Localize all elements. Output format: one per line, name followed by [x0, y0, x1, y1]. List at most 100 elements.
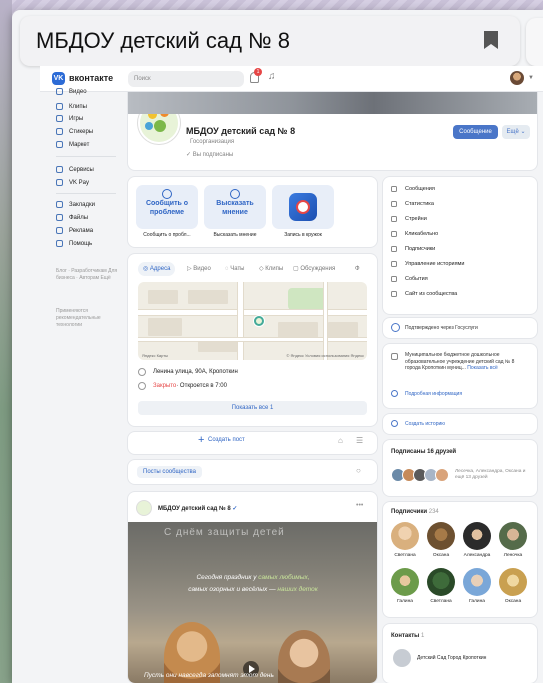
nav-item-help[interactable]: Помощь: [56, 238, 92, 249]
photo-bottom-text: Пусть они навсегда запомнят этот день: [144, 672, 274, 679]
show-all-link[interactable]: Показать всё: [467, 365, 498, 371]
tab-discussions[interactable]: ▢ Обсуждения: [290, 262, 338, 276]
create-post-card[interactable]: + Создать пост ⌂ ☰: [128, 432, 377, 454]
app-club-enrollment[interactable]: [272, 185, 334, 229]
nav-item-market[interactable]: Маркет: [56, 139, 89, 150]
subscriber-avatar[interactable]: [391, 522, 419, 550]
menu-item-messages[interactable]: Сообщения: [391, 184, 435, 194]
subscriber-name[interactable]: Леночка: [495, 553, 531, 558]
subscriber-avatar[interactable]: [427, 522, 455, 550]
cursor-icon: [391, 231, 397, 237]
nav-item-video[interactable]: Видео: [56, 86, 87, 97]
friends-names: Лесечка, Александра, Оксана и ещё 13 дру…: [455, 469, 526, 480]
search-icon[interactable]: ○: [356, 466, 361, 475]
map-credit[interactable]: © Яндекс Условия использования Яндекс: [286, 353, 364, 358]
tab-clips[interactable]: ◇ Клипы: [256, 262, 286, 276]
gosuslugi-label: Подтверждено через Госуслуги: [405, 325, 478, 331]
app-report-problem[interactable]: Сообщить о проблеме: [136, 185, 198, 229]
browser-side-button[interactable]: [526, 18, 543, 66]
friends-header: Подписаны 16 друзей: [391, 449, 457, 455]
menu-item-subscribers[interactable]: Подписчики: [391, 244, 435, 254]
nav-item-ads[interactable]: Реклама: [56, 225, 93, 236]
nav-item-stickers[interactable]: Стикеры: [56, 126, 93, 137]
subscriber-name[interactable]: Светлана: [423, 599, 459, 604]
nav-item-vkpay[interactable]: VK Pay: [56, 177, 89, 188]
gosuslugi-card[interactable]: Подтверждено через Госуслуги: [383, 318, 537, 338]
info-card: ◎ Адреса ▷ Видео ◌ Чаты ◇ Клипы ▢ Обсужд…: [128, 254, 377, 426]
chevron-down-icon[interactable]: ▼: [528, 75, 534, 81]
subscriber-name[interactable]: Галина: [387, 599, 423, 604]
nav-item-bookmarks[interactable]: Закладки: [56, 199, 95, 210]
market-icon: [56, 141, 63, 148]
contact-avatar[interactable]: [393, 649, 411, 667]
community-type[interactable]: Госорганизация: [190, 139, 234, 145]
apps-card: Сообщить о проблеме Сообщить о пробл... …: [128, 177, 377, 247]
menu-item-clickable[interactable]: Кликабельно: [391, 229, 438, 239]
show-all-button[interactable]: Показать все 1: [138, 401, 367, 415]
nav-item-games[interactable]: Игры: [56, 113, 83, 124]
subscribed-status[interactable]: ✓ Вы подписаны: [186, 151, 233, 158]
community-posts-tab[interactable]: Посты сообщества: [137, 466, 202, 478]
subscriber-avatar[interactable]: [463, 522, 491, 550]
more-button[interactable]: Ещё ⌄: [502, 125, 530, 139]
contacts-header[interactable]: Контакты 1: [391, 633, 424, 639]
add-story-icon: [391, 420, 398, 427]
map-view[interactable]: Яндекс Карты © Яндекс Условия использова…: [138, 282, 367, 360]
post-author-avatar[interactable]: [136, 500, 152, 516]
subscriber-name[interactable]: Светлана: [387, 553, 423, 558]
subscriber-name[interactable]: Галина: [459, 599, 495, 604]
archive-icon[interactable]: ⌂: [338, 436, 343, 445]
location-icon: [138, 368, 146, 376]
tab-photos[interactable]: Ф: [352, 262, 363, 276]
vk-logo-text[interactable]: вконтакте: [69, 73, 113, 83]
nav-item-files[interactable]: Файлы: [56, 212, 88, 223]
vk-logo-icon[interactable]: VK: [52, 72, 65, 85]
nav-item-clips[interactable]: Клипы: [56, 101, 87, 112]
post-author-name[interactable]: МБДОУ детский сад № 8 ✓: [158, 505, 237, 512]
subscribers-header[interactable]: Подписчики 234: [391, 509, 439, 515]
subscribers-card: Подписчики 234 Светлана Оксана Александр…: [383, 502, 537, 617]
menu-item-strainy[interactable]: Стрейни: [391, 214, 427, 224]
more-dots-icon[interactable]: •••: [356, 502, 363, 509]
search-input[interactable]: Поиск: [128, 71, 244, 87]
address-bar[interactable]: МБДОУ детский сад № 8: [20, 16, 520, 66]
globe-icon: [391, 291, 397, 297]
more-info-link[interactable]: Подробная информация: [405, 391, 462, 397]
tab-video[interactable]: ▷ Видео: [184, 262, 214, 276]
menu-item-statistics[interactable]: Статистика: [391, 199, 434, 209]
menu-item-events[interactable]: События: [391, 274, 428, 284]
notification-badge: 1: [254, 68, 262, 76]
tab-addresses[interactable]: ◎ Адреса: [138, 262, 176, 276]
subscriber-avatar[interactable]: [499, 568, 527, 596]
music-icon[interactable]: ♫: [268, 71, 276, 82]
map-pin-icon[interactable]: [254, 316, 264, 326]
photo-title: С днём защиты детей: [164, 527, 285, 538]
post-photo[interactable]: С днём защиты детей Сегодня праздник у с…: [128, 522, 377, 683]
tab-chats[interactable]: ◌ Чаты: [222, 262, 248, 276]
friends-card[interactable]: Подписаны 16 друзей Лесечка, Александра,…: [383, 440, 537, 496]
subscriber-name[interactable]: Оксана: [423, 553, 459, 558]
menu-item-stories[interactable]: Управление историями: [391, 259, 464, 269]
calendar-icon: [391, 276, 397, 282]
contact-name[interactable]: Детский Сад Город Кропоткин: [417, 655, 486, 661]
app-give-opinion[interactable]: Высказать мнение: [204, 185, 266, 229]
address-row[interactable]: Ленина улица, 90А, Кропоткин: [138, 368, 238, 376]
footer-links[interactable]: Блог · Разработчикам Для бизнеса · Автор…: [56, 268, 126, 282]
filter-icon[interactable]: ☰: [356, 436, 363, 445]
subscriber-name[interactable]: Александра: [459, 553, 495, 558]
subscriber-avatar[interactable]: [499, 522, 527, 550]
nav-item-services[interactable]: Сервисы: [56, 164, 94, 175]
footer-recs[interactable]: Применяются рекомендательные технологии: [56, 308, 126, 329]
map-block: [328, 322, 358, 338]
menu-item-site[interactable]: Сайт из сообщества: [391, 289, 457, 299]
user-avatar[interactable]: [510, 71, 524, 85]
message-button[interactable]: Сообщение: [453, 125, 498, 139]
hours-row[interactable]: Закрыто · Откроется в 7:00: [138, 382, 227, 390]
address-text: МБДОУ детский сад № 8: [36, 28, 290, 53]
subscriber-name[interactable]: Оксана: [495, 599, 531, 604]
create-story-card[interactable]: Создать историю: [383, 414, 537, 434]
subscriber-avatar[interactable]: [463, 568, 491, 596]
subscriber-avatar[interactable]: [427, 568, 455, 596]
subscriber-avatar[interactable]: [391, 568, 419, 596]
bookmark-icon[interactable]: [484, 31, 498, 49]
